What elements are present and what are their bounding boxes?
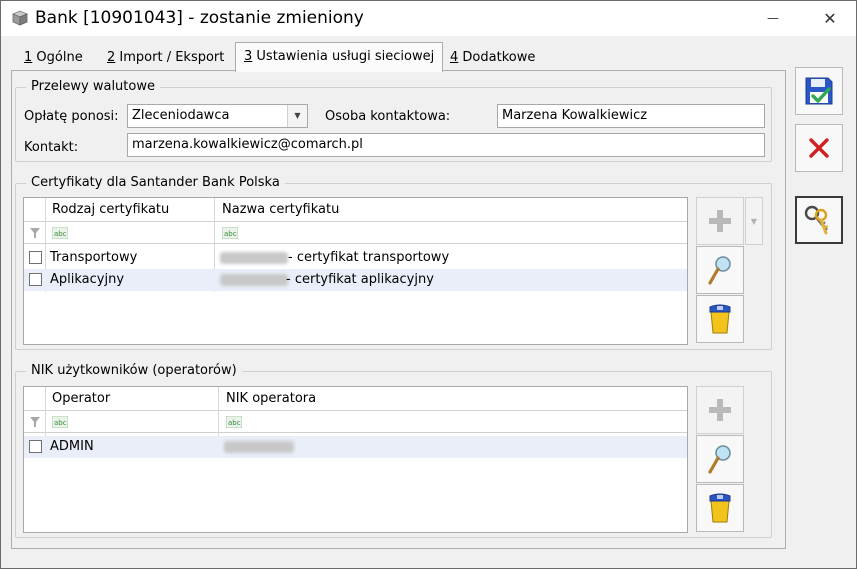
tab-label: Ogólne	[32, 50, 83, 65]
text-filter-icon[interactable]: abc	[52, 416, 68, 428]
chevron-down-icon: ▼	[294, 111, 301, 120]
row-checkbox[interactable]	[29, 440, 42, 453]
fee-payer-value: Zleceniodawca	[132, 108, 230, 123]
add-operator-button[interactable]	[696, 386, 744, 434]
svg-text:abc: abc	[54, 419, 67, 427]
cancel-button[interactable]	[795, 124, 843, 172]
redacted-value	[224, 441, 294, 453]
certificate-name-cell: - certyfikat aplikacyjny	[286, 272, 434, 287]
cancel-x-icon	[809, 138, 829, 158]
chevron-down-icon: ▼	[750, 216, 758, 226]
column-header-operator[interactable]: Operator	[46, 387, 110, 411]
group-title: NIK użytkowników (operatorów)	[26, 363, 242, 378]
filter-row: abc abc	[24, 222, 687, 244]
fee-payer-label: Opłatę ponosi:	[24, 109, 119, 124]
contact-person-label: Osoba kontaktowa:	[325, 109, 451, 124]
window-title: Bank [10901043] - zostanie zmieniony	[35, 8, 364, 28]
tab-label: Ustawienia usługi sieciowej	[252, 49, 435, 64]
save-button[interactable]	[795, 67, 843, 115]
plus-icon	[709, 210, 731, 232]
group-title: Certyfikaty dla Santander Bank Polska	[26, 175, 285, 190]
magnifier-icon	[708, 445, 731, 474]
edit-certificate-button[interactable]	[696, 246, 744, 294]
svg-text:abc: abc	[54, 230, 67, 238]
contact-label: Kontakt:	[24, 140, 79, 155]
magnifier-icon	[708, 256, 731, 285]
combo-arrow-button[interactable]: ▼	[287, 105, 307, 127]
edit-operator-button[interactable]	[696, 435, 744, 483]
certificate-type-cell: Aplikacyjny	[50, 272, 125, 287]
text-filter-icon[interactable]: abc	[52, 227, 68, 239]
filter-funnel-icon[interactable]	[30, 227, 40, 239]
filter-funnel-icon[interactable]	[30, 416, 40, 428]
svg-text:abc: abc	[224, 230, 237, 238]
app-cube-icon	[11, 10, 29, 26]
tab-label: Import / Eksport	[115, 50, 225, 65]
add-certificate-dropdown[interactable]: ▼	[745, 197, 763, 245]
save-floppy-check-icon	[805, 77, 833, 105]
plus-icon	[709, 399, 731, 421]
tab-web-service-settings[interactable]: 3 Ustawienia usługi sieciowej	[235, 42, 444, 72]
row-checkbox[interactable]	[29, 251, 42, 264]
group-foreign-transfers: Przelewy walutowe Opłatę ponosi: Zleceni…	[15, 79, 772, 162]
keys-icon	[804, 205, 829, 235]
dialog-window: Bank [10901043] - zostanie zmieniony — ✕…	[0, 0, 857, 569]
tab-panel: Przelewy walutowe Opłatę ponosi: Zleceni…	[11, 70, 786, 549]
grid-header: Rodzaj certyfikatu Nazwa certyfikatu	[24, 198, 687, 222]
delete-certificate-button[interactable]	[696, 295, 744, 343]
trash-bin-icon	[709, 304, 731, 334]
tab-label: Dodatkowe	[458, 50, 536, 65]
table-row[interactable]: Aplikacyjny - certyfikat aplikacyjny	[24, 269, 687, 291]
table-row[interactable]: Transportowy - certyfikat transportowy	[24, 247, 687, 269]
column-header-certificate-type[interactable]: Rodzaj certyfikatu	[46, 198, 169, 222]
table-row[interactable]: ADMIN	[24, 436, 687, 458]
group-certificates: Certyfikaty dla Santander Bank Polska Ro…	[15, 175, 772, 350]
certificate-name-cell: - certyfikat transportowy	[288, 250, 450, 265]
contact-person-input[interactable]: Marzena Kowalkiewicz	[497, 104, 765, 128]
fee-payer-select[interactable]: Zleceniodawca ▼	[127, 104, 308, 128]
title-bar: Bank [10901043] - zostanie zmieniony — ✕	[1, 1, 856, 36]
text-filter-icon[interactable]: abc	[222, 227, 238, 239]
row-checkbox[interactable]	[29, 273, 42, 286]
svg-text:abc: abc	[228, 419, 241, 427]
group-title: Przelewy walutowe	[26, 79, 160, 94]
text-filter-icon[interactable]: abc	[226, 416, 242, 428]
tab-additional[interactable]: 4 Dodatkowe	[442, 46, 543, 70]
add-certificate-button[interactable]	[696, 197, 744, 245]
trash-bin-icon	[709, 493, 731, 523]
delete-operator-button[interactable]	[696, 484, 744, 532]
close-window-button[interactable]: ✕	[807, 1, 853, 35]
group-operators: NIK użytkowników (operatorów) Operator N…	[15, 363, 772, 538]
certificate-keys-button[interactable]	[795, 196, 843, 244]
filter-row: abc abc	[24, 411, 687, 433]
tab-general[interactable]: 1 Ogólne	[16, 46, 91, 70]
column-header-certificate-name[interactable]: Nazwa certyfikatu	[216, 198, 339, 222]
redacted-value	[220, 252, 288, 264]
redacted-value	[220, 274, 288, 286]
minimize-button[interactable]: —	[750, 1, 796, 35]
certificate-type-cell: Transportowy	[50, 250, 138, 265]
grid-header: Operator NIK operatora	[24, 387, 687, 411]
contact-input[interactable]: marzena.kowalkiewicz@comarch.pl	[127, 133, 765, 157]
column-header-operator-nik[interactable]: NIK operatora	[220, 387, 316, 411]
operator-cell: ADMIN	[50, 439, 94, 454]
certificates-grid: Rodzaj certyfikatu Nazwa certyfikatu abc…	[23, 197, 688, 345]
minimize-icon: —	[767, 11, 779, 25]
close-icon: ✕	[823, 8, 837, 28]
operators-grid: Operator NIK operatora abc abc ADMIN	[23, 386, 688, 533]
tab-import-export[interactable]: 2 Import / Eksport	[99, 46, 232, 70]
